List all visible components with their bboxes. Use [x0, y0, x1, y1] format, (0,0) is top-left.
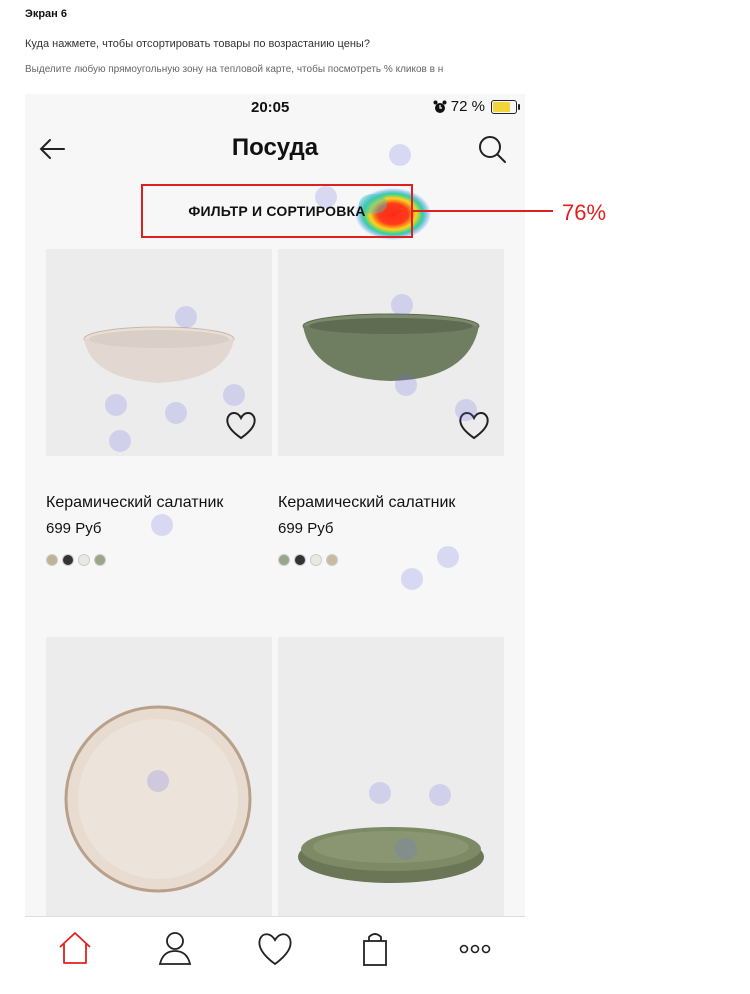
swatch[interactable]: [326, 554, 338, 566]
heatmap-dot: [395, 374, 417, 396]
heatmap-dot: [389, 144, 411, 166]
color-swatches-1: [46, 554, 106, 566]
navbar: Посуда: [25, 122, 525, 176]
battery-icon: [491, 99, 520, 114]
swatch[interactable]: [310, 554, 322, 566]
alarm-icon: [433, 100, 447, 113]
product-price-2: 699 Руб: [278, 520, 334, 537]
search-icon[interactable]: [477, 134, 507, 164]
heatmap-dot: [147, 770, 169, 792]
study-question: Куда нажмете, чтобы отсортировать товары…: [25, 38, 370, 50]
swatch[interactable]: [278, 554, 290, 566]
status-time: 20:05: [251, 99, 290, 116]
battery-percent: 72 %: [450, 98, 485, 115]
product-image-2[interactable]: [278, 249, 504, 456]
heatmap-dot: [315, 186, 337, 208]
product-image-4[interactable]: [278, 637, 504, 916]
heatmap-dot: [395, 838, 417, 860]
phone-screen: 20:05 72 % Посуда ФИЛЬТР И СОРТИРОВКА Ке…: [25, 94, 525, 982]
heatmap-dot: [105, 394, 127, 416]
heatmap-dot: [391, 294, 413, 316]
favorite-icon[interactable]: [224, 409, 258, 441]
swatch[interactable]: [78, 554, 90, 566]
color-swatches-2: [278, 554, 338, 566]
study-title: Экран 6: [25, 8, 67, 20]
filter-sort-button[interactable]: ФИЛЬТР И СОРТИРОВКА: [141, 184, 413, 238]
bag-icon[interactable]: [355, 929, 395, 969]
heatmap-dot: [109, 430, 131, 452]
status-right: 72 %: [433, 98, 520, 115]
product-price-1: 699 Руб: [46, 520, 102, 537]
swatch[interactable]: [62, 554, 74, 566]
swatch[interactable]: [46, 554, 58, 566]
heatmap-dot: [369, 782, 391, 804]
home-icon[interactable]: [55, 929, 95, 969]
click-share-leader-line: [413, 210, 553, 212]
swatch[interactable]: [294, 554, 306, 566]
heatmap-dot: [223, 384, 245, 406]
favorites-icon[interactable]: [255, 929, 295, 969]
dish-image: [298, 827, 484, 883]
filter-sort-label: ФИЛЬТР И СОРТИРОВКА: [188, 203, 366, 219]
page-title: Посуда: [231, 134, 319, 161]
swatch[interactable]: [94, 554, 106, 566]
more-icon[interactable]: [455, 929, 495, 969]
heatmap-dot: [437, 546, 459, 568]
profile-icon[interactable]: [155, 929, 195, 969]
product-name-2[interactable]: Керамический салатник: [278, 494, 455, 512]
heatmap-dot: [401, 568, 423, 590]
status-bar: 20:05 72 %: [25, 94, 525, 122]
bottom-tab-bar: [25, 916, 525, 982]
heatmap-dot: [429, 784, 451, 806]
click-share-percent: 76%: [562, 200, 607, 225]
heatmap-dot: [165, 402, 187, 424]
heatmap-dot: [455, 399, 477, 421]
heatmap-dot: [151, 514, 173, 536]
product-name-1[interactable]: Керамический салатник: [46, 494, 223, 512]
product-image-1[interactable]: [46, 249, 272, 456]
study-hint: Выделите любую прямоугольную зону на теп…: [25, 64, 444, 75]
heatmap-dot: [175, 306, 197, 328]
